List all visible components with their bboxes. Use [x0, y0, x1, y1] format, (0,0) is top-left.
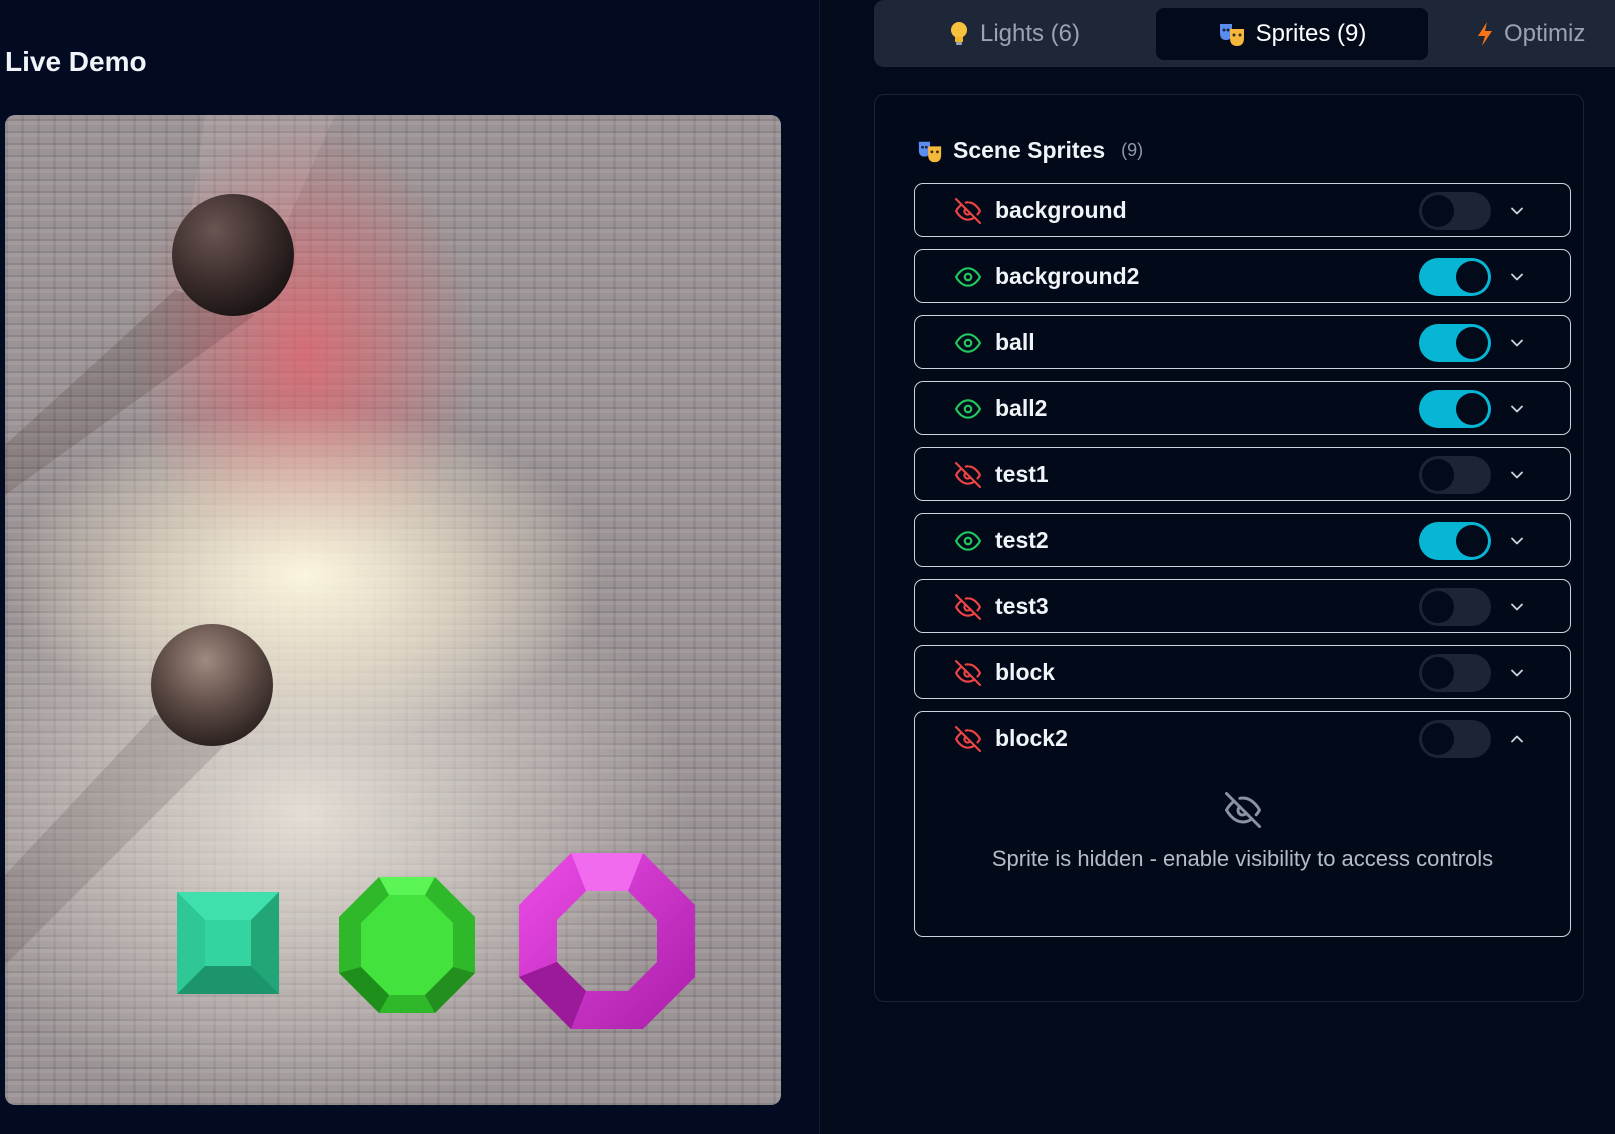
sprite-name: block: [995, 659, 1056, 685]
theater-masks-icon: [1219, 24, 1244, 46]
chevron-down-icon[interactable]: [1507, 399, 1527, 419]
ring-sprite: [519, 853, 695, 1029]
sprite-row-header[interactable]: ball2: [915, 382, 1570, 434]
toggle-knob: [1456, 393, 1488, 425]
sprite-name: background2: [995, 263, 1140, 289]
tab-optimize[interactable]: Optimiz: [1444, 8, 1615, 60]
chevron-down-icon[interactable]: [1507, 465, 1527, 485]
sprite-row-header[interactable]: background: [915, 184, 1570, 236]
chevron-down-icon[interactable]: [1507, 663, 1527, 683]
chevron-down-icon[interactable]: [1507, 267, 1527, 287]
sprite-row-ball: ball: [914, 315, 1571, 369]
sprite-name: test2: [995, 527, 1049, 553]
tab-sprites[interactable]: Sprites (9): [1156, 8, 1428, 60]
toggle-knob: [1422, 591, 1454, 623]
sprite-row-header[interactable]: ball: [915, 316, 1570, 368]
hidden-sprite-text: Sprite is hidden - enable visibility to …: [991, 846, 1494, 871]
card-header: Scene Sprites (9): [917, 137, 1143, 164]
tab-sprites-label: Sprites (9): [1255, 20, 1367, 47]
eye-icon[interactable]: [955, 330, 981, 356]
scene-sprites-card: Scene Sprites (9) background background2 b…: [874, 94, 1584, 1002]
eye-off-icon[interactable]: [955, 462, 981, 488]
toggle-knob: [1422, 657, 1454, 689]
sprite-row-header[interactable]: test2: [915, 514, 1570, 566]
live-demo-panel: Live Demo: [0, 0, 820, 1134]
sprite-row-header[interactable]: test1: [915, 448, 1570, 500]
sprite-row-block: block: [914, 645, 1571, 699]
eye-off-icon[interactable]: [955, 726, 981, 752]
visibility-toggle[interactable]: [1419, 258, 1491, 296]
sprite-row-test2: test2: [914, 513, 1571, 567]
sprite-row-test3: test3: [914, 579, 1571, 633]
live-demo-title: Live Demo: [5, 46, 147, 77]
chevron-down-icon[interactable]: [1507, 333, 1527, 353]
chevron-down-icon[interactable]: [1507, 201, 1527, 221]
sprite-name: ball: [995, 329, 1035, 355]
chevron-up-icon[interactable]: [1507, 729, 1527, 749]
visibility-toggle[interactable]: [1419, 324, 1491, 362]
sprite-name: block2: [995, 725, 1068, 751]
sprite-row-header[interactable]: background2: [915, 250, 1570, 302]
chevron-down-icon[interactable]: [1507, 597, 1527, 617]
sprite-name: ball2: [995, 395, 1048, 421]
visibility-toggle[interactable]: [1419, 588, 1491, 626]
toggle-knob: [1422, 195, 1454, 227]
toggle-knob: [1422, 459, 1454, 491]
toggle-knob: [1456, 261, 1488, 293]
toggle-knob: [1456, 327, 1488, 359]
tab-bar: Lights (6) Sprites (9) Optimiz: [874, 0, 1615, 67]
lightning-icon: [1478, 22, 1492, 46]
card-title: Scene Sprites: [953, 137, 1106, 163]
eye-icon[interactable]: [955, 396, 981, 422]
eye-off-icon[interactable]: [955, 660, 981, 686]
sprite-name: test1: [995, 461, 1049, 487]
lightbulb-icon: [950, 22, 967, 45]
sprite-count: (9): [1121, 140, 1144, 160]
ball2-sprite: [151, 624, 273, 746]
eye-off-icon: [915, 792, 1570, 828]
shadow-ray: [5, 290, 255, 495]
toggle-knob: [1422, 723, 1454, 755]
sprite-row-block2: block2 Sprite is hidden - enable visibili…: [914, 711, 1571, 937]
eye-icon[interactable]: [955, 528, 981, 554]
demo-canvas[interactable]: [5, 115, 781, 1105]
octagon-gem-sprite: [339, 877, 475, 1013]
eye-off-icon[interactable]: [955, 594, 981, 620]
visibility-toggle[interactable]: [1419, 654, 1491, 692]
eye-icon[interactable]: [955, 264, 981, 290]
square-gem-sprite: [177, 892, 279, 994]
sprite-row-background: background: [914, 183, 1571, 237]
visibility-toggle[interactable]: [1419, 720, 1491, 758]
visibility-toggle[interactable]: [1419, 456, 1491, 494]
hidden-sprite-message: Sprite is hidden - enable visibility to …: [915, 792, 1570, 872]
sprite-row-header[interactable]: block2: [915, 712, 1570, 764]
sprite-row-background2: background2: [914, 249, 1571, 303]
chevron-down-icon[interactable]: [1507, 531, 1527, 551]
sprite-row-header[interactable]: block: [915, 646, 1570, 698]
eye-off-icon[interactable]: [955, 198, 981, 224]
sprite-row-header[interactable]: test3: [915, 580, 1570, 632]
toggle-knob: [1456, 525, 1488, 557]
sprite-row-ball2: ball2: [914, 381, 1571, 435]
visibility-toggle[interactable]: [1419, 522, 1491, 560]
visibility-toggle[interactable]: [1419, 192, 1491, 230]
ball-sprite: [172, 194, 294, 316]
tab-lights[interactable]: Lights (6): [884, 8, 1144, 60]
sprite-row-test1: test1: [914, 447, 1571, 501]
sprite-name: background: [995, 197, 1127, 223]
tab-optimize-label: Optimiz: [1504, 20, 1586, 47]
tab-lights-label: Lights (6): [979, 20, 1081, 47]
visibility-toggle[interactable]: [1419, 390, 1491, 428]
theater-masks-icon: [918, 141, 942, 162]
sprite-name: test3: [995, 593, 1049, 619]
